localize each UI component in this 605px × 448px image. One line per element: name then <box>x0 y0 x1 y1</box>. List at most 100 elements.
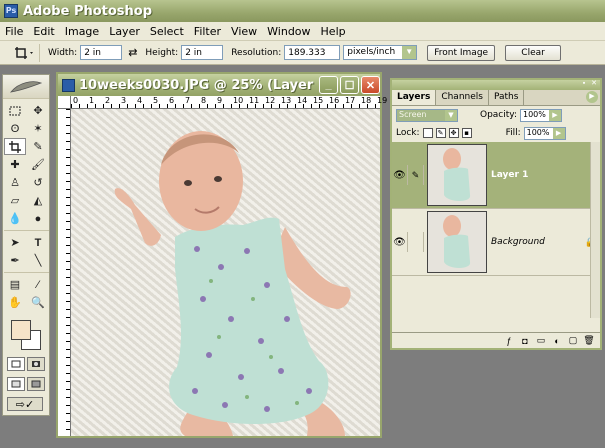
ruler-origin[interactable] <box>58 96 71 109</box>
layer-name: Layer 1 <box>491 170 529 180</box>
document-title-bar[interactable]: 10weeks0030.JPG @ 25% (Layer 1, RGB/8) _… <box>58 74 380 96</box>
type-tool-icon[interactable]: T <box>27 234 49 251</box>
ruler-number: 15 <box>313 96 324 105</box>
chevron-down-icon: ▼ <box>402 46 417 59</box>
crop-tool-icon[interactable] <box>4 138 26 155</box>
menu-filter[interactable]: Filter <box>189 25 226 38</box>
minimize-button[interactable]: _ <box>319 76 338 94</box>
resolution-units-select[interactable]: pixels/inch ▼ <box>343 45 418 60</box>
crop-tool-preset-picker[interactable] <box>12 43 40 62</box>
tab-channels[interactable]: Channels <box>436 90 489 105</box>
close-button[interactable]: ✕ <box>361 76 380 94</box>
lock-image-icon[interactable]: ✎ <box>435 128 446 138</box>
menu-file[interactable]: File <box>0 25 28 38</box>
healing-brush-tool-icon[interactable]: ✚ <box>4 156 26 173</box>
blend-row: Screen ▼ Opacity: 100% ▶ <box>392 106 600 124</box>
standard-screen-mode-icon[interactable] <box>7 377 25 391</box>
ruler-number: 12 <box>265 96 276 105</box>
menu-view[interactable]: View <box>226 25 262 38</box>
palette-title-bar[interactable]: ▪ ✕ <box>392 80 600 90</box>
marquee-tool-icon[interactable] <box>4 102 26 119</box>
adjustment-layer-icon[interactable]: ◐ <box>552 336 562 346</box>
blend-mode-select[interactable]: Screen ▼ <box>396 108 458 122</box>
ruler-number: 19 <box>377 96 388 105</box>
app-title: Adobe Photoshop <box>23 3 153 19</box>
ruler-number: 2 <box>105 96 111 105</box>
new-layer-icon[interactable]: ▢ <box>568 335 578 346</box>
ruler-number: 16 <box>329 96 340 105</box>
notes-tool-icon[interactable]: ▤ <box>4 276 26 293</box>
maximize-button[interactable]: ☐ <box>340 76 359 94</box>
paint-bucket-tool-icon[interactable]: ◭ <box>27 192 49 209</box>
mask-modes <box>3 354 49 374</box>
jump-to-imageready-icon[interactable]: ⇨✓ <box>7 397 43 411</box>
full-screen-menu-mode-icon[interactable] <box>27 377 45 391</box>
layer-row-background[interactable]: 👁 Background 🔒 <box>392 209 600 276</box>
lasso-tool-icon[interactable]: ʘ <box>4 120 26 137</box>
move-tool-icon[interactable]: ✥ <box>27 102 49 119</box>
height-field[interactable] <box>181 45 224 60</box>
magic-wand-tool-icon[interactable]: ✶ <box>27 120 49 137</box>
layer-style-icon[interactable]: ƒ <box>504 336 514 346</box>
history-brush-tool-icon[interactable]: ↺ <box>27 174 49 191</box>
menu-window[interactable]: Window <box>262 25 315 38</box>
eyedropper-tool-icon[interactable]: ⁄ <box>27 276 49 293</box>
clear-button[interactable]: Clear <box>505 44 562 61</box>
fill-field[interactable]: 100% ▶ <box>523 126 566 140</box>
tab-layers[interactable]: Layers <box>392 90 437 105</box>
menu-layer[interactable]: Layer <box>104 25 145 38</box>
add-mask-icon[interactable]: ◘ <box>520 336 530 346</box>
line-tool-icon[interactable]: ╲ <box>27 252 49 269</box>
opacity-field[interactable]: 100% ▶ <box>520 108 562 122</box>
pen-tool-icon[interactable]: ✒ <box>4 252 26 269</box>
menu-edit[interactable]: Edit <box>28 25 59 38</box>
lock-position-icon[interactable]: ✥ <box>448 128 459 138</box>
eye-icon[interactable]: 👁 <box>392 165 408 185</box>
feather-icon[interactable] <box>3 75 49 99</box>
tab-paths[interactable]: Paths <box>489 90 525 105</box>
ruler-number: 14 <box>297 96 308 105</box>
slice-tool-icon[interactable]: ✎ <box>27 138 49 155</box>
blur-tool-icon[interactable]: 💧 <box>4 210 26 227</box>
ruler-number: 18 <box>361 96 372 105</box>
foreground-color-swatch[interactable] <box>11 320 31 340</box>
eye-icon[interactable]: 👁 <box>392 232 408 252</box>
clone-stamp-tool-icon[interactable]: ♙ <box>4 174 26 191</box>
menu-select[interactable]: Select <box>145 25 189 38</box>
palette-close-icon[interactable]: ✕ <box>590 80 598 88</box>
lock-label: Lock: <box>396 128 420 138</box>
lock-all-icon[interactable]: ▪ <box>461 128 472 138</box>
palette-minimize-icon[interactable]: ▪ <box>580 80 588 88</box>
lock-transparency-icon[interactable] <box>422 128 433 138</box>
color-swatches <box>7 318 49 354</box>
dodge-tool-icon[interactable]: ● <box>27 210 49 227</box>
image-canvas[interactable] <box>71 109 380 436</box>
width-field[interactable] <box>80 45 123 60</box>
quick-mask-mode-icon[interactable] <box>27 357 45 371</box>
front-image-button[interactable]: Front Image <box>427 44 496 61</box>
layer-set-icon[interactable]: ▭ <box>536 335 546 346</box>
horizontal-ruler[interactable]: 0 1 2 3 4 5 6 7 8 9 10 11 12 13 14 15 16 17 18 19 <box>71 96 387 109</box>
palette-menu-icon[interactable]: ▶ <box>586 91 598 103</box>
trash-icon[interactable]: 🗑 <box>583 335 594 346</box>
hand-tool-icon[interactable]: ✋ <box>4 294 26 311</box>
blend-mode-value: Screen <box>399 109 427 119</box>
menu-help[interactable]: Help <box>316 25 351 38</box>
resolution-field[interactable] <box>284 45 341 60</box>
eraser-tool-icon[interactable]: ▱ <box>4 192 26 209</box>
layers-scrollbar[interactable] <box>590 142 600 318</box>
standard-mode-icon[interactable] <box>7 357 25 371</box>
ruler-number: 5 <box>153 96 159 105</box>
tools-divider <box>4 230 49 231</box>
path-selection-tool-icon[interactable]: ➤ <box>4 234 26 251</box>
crop-icon <box>14 46 33 59</box>
layer-row-layer-1[interactable]: 👁 ✎ Layer 1 <box>392 142 600 209</box>
menu-image[interactable]: Image <box>60 25 104 38</box>
ruler-number: 10 <box>233 96 244 105</box>
brush-tool-icon[interactable]: 🖌 <box>27 156 49 173</box>
vertical-ruler[interactable] <box>58 109 71 436</box>
zoom-tool-icon[interactable]: 🔍 <box>27 294 49 311</box>
ruler-number: 11 <box>249 96 260 105</box>
swap-dimensions-icon[interactable]: ⇄ <box>128 46 137 59</box>
ruler-number: 4 <box>137 96 143 105</box>
